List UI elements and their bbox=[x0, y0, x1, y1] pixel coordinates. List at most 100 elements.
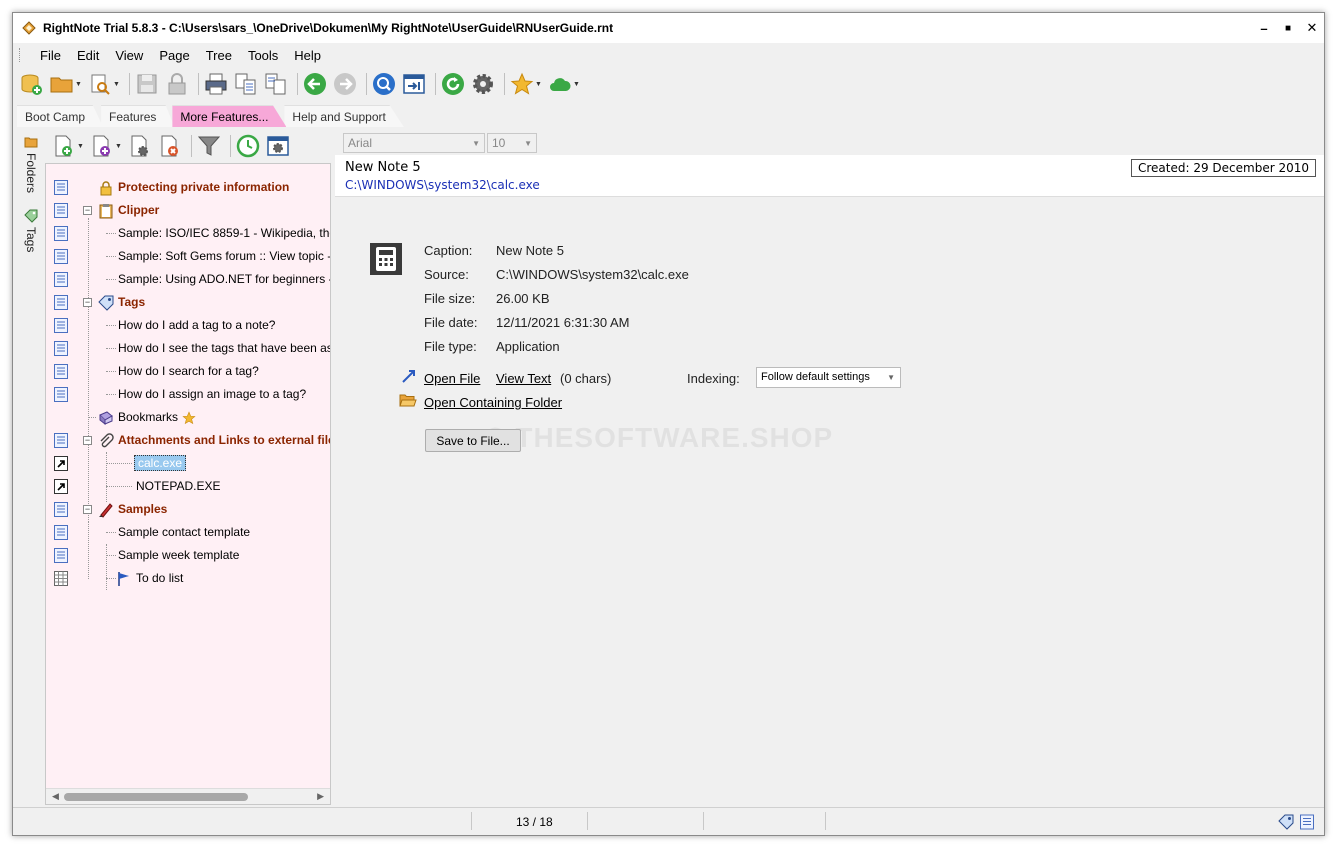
format-bar: Arial ▼ 10 ▼ bbox=[335, 131, 1324, 155]
font-size-select[interactable]: 10 ▼ bbox=[487, 133, 537, 153]
tree-item-add-tag[interactable]: How do I add a tag to a note? bbox=[46, 314, 330, 337]
tree-options-button[interactable] bbox=[265, 133, 291, 159]
side-tab-tags[interactable]: Tags bbox=[21, 209, 41, 252]
print-button[interactable] bbox=[203, 71, 229, 97]
clock-history-icon bbox=[236, 134, 260, 158]
note-page-icon bbox=[54, 433, 68, 448]
back-button[interactable] bbox=[302, 71, 328, 97]
collapse-toggle[interactable]: − bbox=[83, 436, 92, 445]
favorites-button[interactable] bbox=[509, 71, 535, 97]
cloud-dropdown-arrow[interactable]: ▼ bbox=[573, 81, 581, 88]
lock-icon bbox=[100, 181, 112, 196]
note-title: New Note 5 bbox=[345, 160, 421, 175]
open-database-button[interactable] bbox=[49, 71, 75, 97]
tree-item-label: Sample: Using ADO.NET for beginners - Co… bbox=[118, 272, 330, 286]
menu-tree[interactable]: Tree bbox=[198, 48, 240, 63]
caption-value: New Note 5 bbox=[496, 243, 564, 258]
search-dropdown-arrow[interactable]: ▼ bbox=[113, 81, 121, 88]
scroll-right-arrow[interactable]: ▶ bbox=[317, 791, 324, 802]
forward-button[interactable] bbox=[332, 71, 358, 97]
note-source-link[interactable]: C:\WINDOWS\system32\calc.exe bbox=[345, 178, 540, 192]
filter-button[interactable] bbox=[196, 133, 222, 159]
add-child-button[interactable] bbox=[89, 133, 115, 159]
tree-item-week-template[interactable]: Sample week template bbox=[46, 544, 330, 567]
tree-horizontal-scrollbar[interactable]: ◀ ▶ bbox=[46, 788, 330, 804]
tree-item-search-tag[interactable]: How do I search for a tag? bbox=[46, 360, 330, 383]
note-page-icon[interactable] bbox=[1300, 814, 1314, 830]
tree-item-clipper[interactable]: − Clipper bbox=[46, 199, 330, 222]
add-note-button[interactable] bbox=[51, 133, 77, 159]
menu-tools[interactable]: Tools bbox=[240, 48, 286, 63]
cloud-sync-button[interactable] bbox=[547, 71, 573, 97]
tree-item-samples[interactable]: − Samples bbox=[46, 498, 330, 521]
add-child-dropdown-arrow[interactable]: ▼ bbox=[115, 143, 123, 150]
menu-edit[interactable]: Edit bbox=[69, 48, 107, 63]
save-to-file-button[interactable]: Save to File... bbox=[425, 429, 521, 452]
pen-icon bbox=[99, 503, 113, 518]
go-to-button[interactable] bbox=[401, 71, 427, 97]
menu-page[interactable]: Page bbox=[151, 48, 197, 63]
tree-item-tags[interactable]: − Tags bbox=[46, 291, 330, 314]
favorites-dropdown-arrow[interactable]: ▼ bbox=[535, 81, 543, 88]
tree-item-notepad-exe[interactable]: NOTEPAD.EXE bbox=[46, 475, 330, 498]
indexing-select[interactable]: Follow default settings ▼ bbox=[756, 367, 901, 388]
tree-item-image-tag[interactable]: How do I assign an image to a tag? bbox=[46, 383, 330, 406]
font-family-select[interactable]: Arial ▼ bbox=[343, 133, 485, 153]
menu-file[interactable]: File bbox=[32, 48, 69, 63]
new-database-button[interactable] bbox=[19, 71, 45, 97]
side-tab-folders[interactable]: Folders bbox=[21, 135, 41, 193]
tab-more-features[interactable]: More Features... bbox=[172, 105, 287, 127]
note-tree[interactable]: Protecting private information − Clipper… bbox=[45, 163, 331, 805]
tree-item-attachments[interactable]: − Attachments and Links to external file… bbox=[46, 429, 330, 452]
tab-help-and-support[interactable]: Help and Support bbox=[284, 105, 404, 127]
side-tab-folders-label: Folders bbox=[24, 153, 38, 194]
delete-note-button[interactable] bbox=[157, 133, 183, 159]
tree-item-contact-template[interactable]: Sample contact template bbox=[46, 521, 330, 544]
open-file-link[interactable]: Open File bbox=[424, 371, 480, 386]
lock-button[interactable] bbox=[164, 71, 190, 97]
tree-item-calc-exe[interactable]: calc.exe bbox=[46, 452, 330, 475]
tree-item-protecting[interactable]: Protecting private information bbox=[46, 176, 330, 199]
tree-toolbar: ▼ ▼ bbox=[45, 131, 331, 161]
tree-item-bookmarks[interactable]: Bookmarks bbox=[46, 406, 330, 429]
scrollbar-thumb[interactable] bbox=[64, 793, 248, 801]
note-add-child-icon bbox=[93, 135, 110, 157]
note-properties-button[interactable] bbox=[127, 133, 153, 159]
tree-item-sample-ado[interactable]: Sample: Using ADO.NET for beginners - Co… bbox=[46, 268, 330, 291]
tree-item-sample-iso[interactable]: Sample: ISO/IEC 8859-1 - Wikipedia, the … bbox=[46, 222, 330, 245]
menu-help[interactable]: Help bbox=[286, 48, 329, 63]
magnifier-icon bbox=[373, 73, 395, 95]
collapse-toggle[interactable]: − bbox=[83, 206, 92, 215]
main-toolbar: ▼ ▼ ▼ ▼ bbox=[13, 69, 1324, 99]
open-containing-folder-link[interactable]: Open Containing Folder bbox=[424, 395, 562, 410]
view-text-link[interactable]: View Text bbox=[496, 371, 551, 386]
scroll-left-arrow[interactable]: ◀ bbox=[52, 791, 59, 802]
tab-boot-camp[interactable]: Boot Camp bbox=[17, 105, 104, 127]
options-button[interactable] bbox=[470, 71, 496, 97]
save-button[interactable] bbox=[134, 71, 160, 97]
search-database-button[interactable] bbox=[87, 71, 113, 97]
maximize-button[interactable]: ■ bbox=[1276, 13, 1300, 43]
minimize-button[interactable]: – bbox=[1252, 13, 1276, 43]
open-dropdown-arrow[interactable]: ▼ bbox=[75, 81, 83, 88]
tree-item-to-do-list[interactable]: To do list bbox=[46, 567, 330, 590]
refresh-button[interactable] bbox=[440, 71, 466, 97]
tree-item-label: How do I see the tags that have been ass… bbox=[118, 341, 330, 355]
import-button[interactable] bbox=[263, 71, 289, 97]
tree-item-see-tags[interactable]: How do I see the tags that have been ass… bbox=[46, 337, 330, 360]
history-button[interactable] bbox=[235, 133, 261, 159]
chevron-down-icon: ▼ bbox=[524, 138, 532, 148]
find-button[interactable] bbox=[371, 71, 397, 97]
collapse-toggle[interactable]: − bbox=[83, 298, 92, 307]
status-bar: 13 / 18 bbox=[13, 807, 1324, 835]
file-size-label: File size: bbox=[424, 291, 476, 306]
star-icon bbox=[510, 72, 534, 95]
add-note-dropdown-arrow[interactable]: ▼ bbox=[77, 143, 85, 150]
export-button[interactable] bbox=[233, 71, 259, 97]
tag-icon[interactable] bbox=[1278, 814, 1294, 830]
menu-view[interactable]: View bbox=[107, 48, 151, 63]
tree-item-sample-softgems[interactable]: Sample: Soft Gems forum :: View topic - … bbox=[46, 245, 330, 268]
tab-features[interactable]: Features bbox=[101, 105, 175, 127]
close-button[interactable]: ✕ bbox=[1300, 13, 1324, 43]
collapse-toggle[interactable]: − bbox=[83, 505, 92, 514]
